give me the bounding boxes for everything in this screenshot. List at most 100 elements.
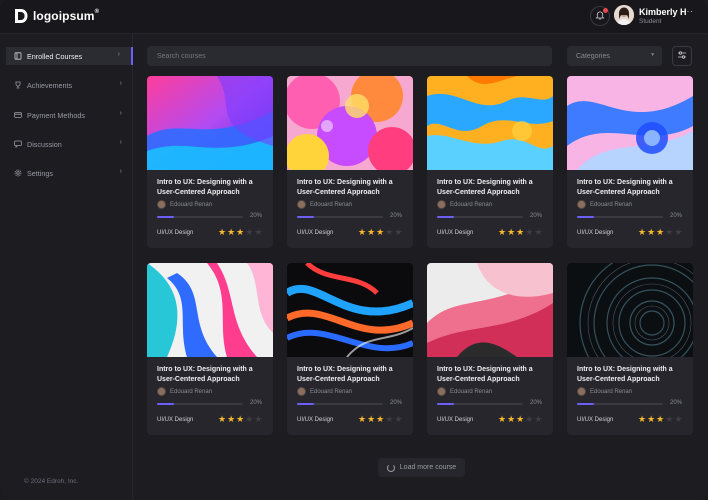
star-icon: ★	[516, 414, 525, 424]
more-options-icon[interactable]: ···	[683, 6, 694, 16]
sidebar-item-label: Payment Methods	[27, 110, 85, 120]
search-input[interactable]: Search courses	[147, 46, 552, 66]
star-icon: ★	[227, 227, 236, 237]
notifications-button[interactable]	[590, 6, 610, 26]
author-name: Edouard Renan	[170, 388, 213, 395]
sidebar-item-label: Discussion	[27, 139, 62, 149]
rating-stars: ★ ★ ★ ★ ★	[358, 227, 402, 237]
course-author: Edouard Renan	[157, 387, 212, 396]
filter-settings-button[interactable]	[672, 46, 692, 66]
chevron-right-icon: ›	[117, 51, 120, 58]
course-card[interactable]: Intro to UX: Designing with a User-Cente…	[567, 76, 693, 248]
progress-percent: 20%	[530, 400, 543, 406]
rating-stars: ★ ★ ★ ★ ★	[638, 414, 682, 424]
author-avatar	[157, 200, 166, 209]
star-icon: ★	[534, 414, 543, 424]
trophy-icon	[14, 81, 22, 89]
star-icon: ★	[665, 414, 674, 424]
progress-bar	[297, 403, 383, 405]
course-category: UI/UX Design	[437, 230, 474, 236]
course-card[interactable]: Intro to UX: Designing with a User-Cente…	[287, 263, 413, 435]
course-author: Edouard Renan	[437, 387, 492, 396]
notification-dot	[603, 8, 608, 13]
author-name: Edouard Renan	[590, 201, 633, 208]
copyright-text: © 2024 Edroh, Inc.	[24, 478, 79, 485]
star-icon: ★	[394, 414, 403, 424]
progress-bar	[157, 216, 243, 218]
author-avatar	[577, 200, 586, 209]
rating-stars: ★ ★ ★ ★ ★	[498, 414, 542, 424]
progress-bar	[577, 403, 663, 405]
progress-percent: 20%	[530, 213, 543, 219]
star-icon: ★	[656, 227, 665, 237]
sidebar-item-settings[interactable]: Settings ›	[6, 164, 133, 182]
brand-logo[interactable]: logoipsum®	[14, 8, 99, 24]
progress-fill	[577, 216, 595, 218]
sidebar-item-payment-methods[interactable]: Payment Methods ›	[6, 106, 133, 124]
star-icon: ★	[236, 227, 245, 237]
sidebar: Enrolled Courses › Achievements › Paymen…	[0, 34, 133, 500]
course-title: Intro to UX: Designing with a User-Cente…	[437, 179, 533, 196]
loading-spinner-icon	[386, 463, 395, 472]
course-card[interactable]: Intro to UX: Designing with a User-Cente…	[427, 76, 553, 248]
star-icon: ★	[656, 414, 665, 424]
rating-stars: ★ ★ ★ ★ ★	[498, 227, 542, 237]
user-avatar[interactable]	[614, 5, 634, 25]
course-card[interactable]: Intro to UX: Designing with a User-Cente…	[567, 263, 693, 435]
author-avatar	[437, 387, 446, 396]
star-icon: ★	[638, 227, 647, 237]
sidebar-item-achievements[interactable]: Achievements ›	[6, 76, 133, 94]
star-icon: ★	[394, 227, 403, 237]
user-role: Student	[639, 18, 662, 25]
course-title: Intro to UX: Designing with a User-Cente…	[297, 179, 393, 196]
load-more-button[interactable]: Load more course	[378, 458, 465, 477]
author-name: Edouard Renan	[450, 388, 493, 395]
course-card[interactable]: Intro to UX: Designing with a User-Cente…	[147, 76, 273, 248]
course-card[interactable]: Intro to UX: Designing with a User-Cente…	[287, 76, 413, 248]
sidebar-item-enrolled-courses[interactable]: Enrolled Courses ›	[6, 47, 133, 65]
star-icon: ★	[507, 414, 516, 424]
star-icon: ★	[498, 227, 507, 237]
course-category: UI/UX Design	[297, 417, 334, 423]
star-icon: ★	[218, 414, 227, 424]
course-category: UI/UX Design	[297, 230, 334, 236]
book-icon	[14, 52, 22, 60]
course-title: Intro to UX: Designing with a User-Cente…	[577, 179, 673, 196]
star-icon: ★	[525, 414, 534, 424]
star-icon: ★	[358, 414, 367, 424]
star-icon: ★	[516, 227, 525, 237]
progress-bar	[437, 216, 523, 218]
star-icon: ★	[245, 227, 254, 237]
star-icon: ★	[218, 227, 227, 237]
course-title: Intro to UX: Designing with a User-Cente…	[157, 366, 253, 383]
star-icon: ★	[236, 414, 245, 424]
sidebar-item-discussion[interactable]: Discussion ›	[6, 135, 133, 153]
progress-percent: 20%	[670, 213, 683, 219]
author-name: Edouard Renan	[310, 201, 353, 208]
progress-fill	[577, 403, 595, 405]
course-thumbnail	[147, 263, 273, 357]
star-icon: ★	[647, 227, 656, 237]
course-card[interactable]: Intro to UX: Designing with a User-Cente…	[427, 263, 553, 435]
star-icon: ★	[525, 227, 534, 237]
brand-name: logoipsum®	[33, 9, 100, 23]
top-bar: logoipsum® Kimberly H Student ···	[0, 0, 708, 34]
user-name: Kimberly H	[639, 7, 687, 17]
author-avatar	[297, 200, 306, 209]
author-avatar	[157, 387, 166, 396]
star-icon: ★	[254, 227, 263, 237]
logo-mark-icon	[14, 8, 28, 24]
progress-percent: 20%	[250, 213, 263, 219]
categories-select[interactable]: Categories ▾	[567, 46, 662, 66]
chevron-right-icon: ›	[119, 80, 122, 87]
star-icon: ★	[665, 227, 674, 237]
star-icon: ★	[647, 414, 656, 424]
progress-bar	[437, 403, 523, 405]
progress-percent: 20%	[390, 213, 403, 219]
course-category: UI/UX Design	[157, 230, 194, 236]
course-author: Edouard Renan	[297, 200, 352, 209]
star-icon: ★	[674, 227, 683, 237]
course-card[interactable]: Intro to UX: Designing with a User-Cente…	[147, 263, 273, 435]
author-name: Edouard Renan	[450, 201, 493, 208]
course-thumbnail	[287, 263, 413, 357]
